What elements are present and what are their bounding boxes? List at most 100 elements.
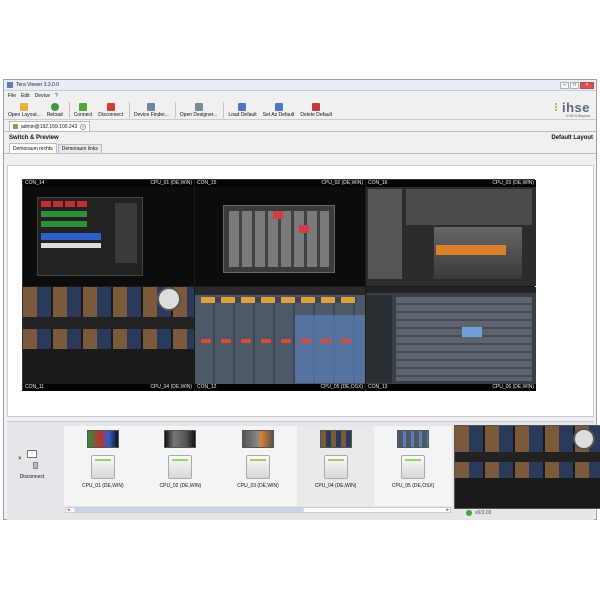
toolbar-separator [129, 102, 131, 118]
status-indicator: v6/3.03 [466, 510, 491, 516]
console-grid: CON_14 CPU_01 (DE,WIN) CON_15 CPU_02 (DE,W… [22, 179, 536, 391]
toolbar: Open Layout... Reload Connect Disconnect… [4, 100, 596, 120]
cpu-tower-icon [401, 455, 426, 479]
maximize-button[interactable]: □ [570, 81, 579, 89]
console-cell[interactable]: CON_15 CPU_02 (DE,WIN) [195, 180, 365, 286]
cpu-label: CPU_01 (DE,WIN) [81, 483, 124, 489]
window-title: Tera Viewer 3.3.0.0 [16, 82, 59, 88]
cpu-item[interactable]: CPU_05 (DE,OSX) [374, 426, 452, 506]
monitor-icon [27, 450, 37, 458]
status-text: v6/3.03 [475, 510, 492, 516]
layout-tabs: Demoraum rechts Demoraum links [4, 143, 596, 154]
load-default-icon [238, 103, 247, 111]
cpu-tower-icon [245, 455, 270, 479]
tab-demoraum-rechts[interactable]: Demoraum rechts [9, 143, 57, 153]
tab-demoraum-links[interactable]: Demoraum links [57, 144, 102, 153]
ihse-logo: ihse KVM & Beyond [554, 101, 590, 118]
cpu-item[interactable]: CPU_02 (DE,WIN) [142, 426, 220, 506]
disconnect-label: Disconnect [19, 474, 45, 480]
toolbar-separator [223, 102, 225, 118]
cpu-label: CPU_02 (DE,WIN) [159, 483, 202, 489]
cpu-tower-icon [90, 455, 115, 479]
toolbar-separator [174, 102, 176, 118]
set-default-icon [274, 103, 283, 111]
console-name: CON_13 [368, 384, 388, 390]
device-panel: × Disconnect CPU_01 (DE,WIN) CPU_02 (DE,… [7, 421, 600, 520]
open-designer-button[interactable]: Open Designer... [180, 103, 217, 119]
menu-edit[interactable]: Edit [21, 93, 30, 99]
disconnect-target[interactable]: × Disconnect [12, 450, 52, 480]
disconnect-button[interactable]: Disconnect [98, 103, 123, 119]
device-finder-button[interactable]: Device Finder... [134, 103, 169, 119]
cpu-tower-icon [168, 455, 193, 479]
minimize-button[interactable]: – [560, 81, 569, 89]
connection-tab[interactable]: admin@192.169.100.243 × [9, 121, 91, 131]
logo-tagline: KVM & Beyond [566, 114, 590, 118]
menu-help[interactable]: ? [55, 93, 58, 99]
cpu-list-scrollbar[interactable]: ◂ ▸ [65, 507, 451, 513]
toolbar-separator [68, 102, 70, 118]
cpu-item[interactable]: CPU_01 (DE,WIN) [64, 426, 142, 506]
console-cpu: CPU_03 (DE,WIN) [492, 180, 534, 186]
console-cell[interactable]: CON_14 CPU_01 (DE,WIN) [23, 180, 194, 286]
console-cell[interactable]: CON_12 CPU_05 (DE,OSX) [195, 287, 365, 391]
cpu-label: CPU_03 (DE,WIN) [237, 483, 279, 489]
disconnect-x-icon: × [18, 456, 22, 462]
console-preview [366, 287, 536, 384]
cpu-thumbnail [86, 430, 119, 448]
console-name: CON_11 [25, 384, 45, 390]
console-name: CON_12 [197, 384, 217, 390]
close-tab-icon[interactable]: × [80, 123, 87, 130]
section-header: Switch & Preview Default Layout [4, 132, 596, 144]
console-preview [23, 187, 194, 286]
console-preview [366, 187, 536, 286]
console-cpu: CPU_01 (DE,WIN) [150, 180, 192, 186]
console-cell[interactable]: CON_13 CPU_06 (DE,WIN) [366, 287, 536, 391]
console-name: CON_16 [368, 180, 388, 186]
cpu-item[interactable]: CPU_03 (DE,WIN) [219, 426, 297, 506]
menu-bar: File Edit Device ? [4, 91, 596, 100]
close-button[interactable]: × [580, 81, 594, 89]
cpu-label: CPU_05 (DE,OSX) [391, 483, 435, 489]
console-preview [23, 287, 194, 384]
app-icon [7, 82, 13, 88]
console-cell[interactable]: CON_16 CPU_03 (DE,WIN) [366, 180, 536, 286]
console-preview [195, 187, 365, 286]
scroll-right-icon[interactable]: ▸ [446, 507, 449, 513]
delete-default-button[interactable]: Delete Default [300, 103, 332, 119]
console-cpu: CPU_05 (DE,OSX) [320, 384, 363, 390]
open-layout-button[interactable]: Open Layout... [8, 103, 41, 119]
designer-icon [194, 103, 203, 111]
connection-tabs: admin@192.169.100.243 × [4, 120, 596, 132]
cpu-tower-icon [323, 455, 348, 479]
title-bar: Tera Viewer 3.3.0.0 – □ × [4, 80, 596, 91]
console-name: CON_14 [25, 180, 45, 186]
connect-icon [78, 103, 87, 111]
connect-button[interactable]: Connect [74, 103, 92, 119]
scrollbar-thumb[interactable] [74, 508, 304, 512]
folder-icon [20, 103, 29, 111]
tera-viewer-window: Tera Viewer 3.3.0.0 – □ × File Edit Devi… [3, 79, 600, 520]
delete-default-icon [312, 103, 321, 111]
menu-file[interactable]: File [8, 93, 16, 99]
reload-icon [50, 103, 59, 111]
cpu-item[interactable]: CPU_04 (DE,WIN) [296, 426, 375, 506]
scroll-left-icon[interactable]: ◂ [67, 507, 70, 513]
menu-device[interactable]: Device [35, 93, 50, 99]
reload-button[interactable]: Reload [47, 103, 63, 119]
layout-name: Default Layout [551, 135, 593, 141]
live-preview [454, 425, 600, 509]
console-cpu: CPU_06 (DE,WIN) [492, 384, 534, 390]
console-name: CON_15 [197, 180, 217, 186]
cpu-thumbnail [397, 430, 430, 448]
console-cell[interactable]: CON_11 CPU_04 (DE,WIN) [23, 287, 194, 391]
connection-icon [13, 124, 18, 129]
cpu-thumbnail [319, 430, 352, 448]
console-cpu: CPU_02 (DE,WIN) [321, 180, 363, 186]
computer-icon [33, 462, 38, 469]
section-title: Switch & Preview [9, 135, 59, 141]
load-default-button[interactable]: Load Default [228, 103, 257, 119]
cpu-label: CPU_04 (DE,WIN) [314, 483, 357, 489]
set-as-default-button[interactable]: Set As Default [263, 103, 294, 119]
status-ok-icon [466, 510, 472, 516]
